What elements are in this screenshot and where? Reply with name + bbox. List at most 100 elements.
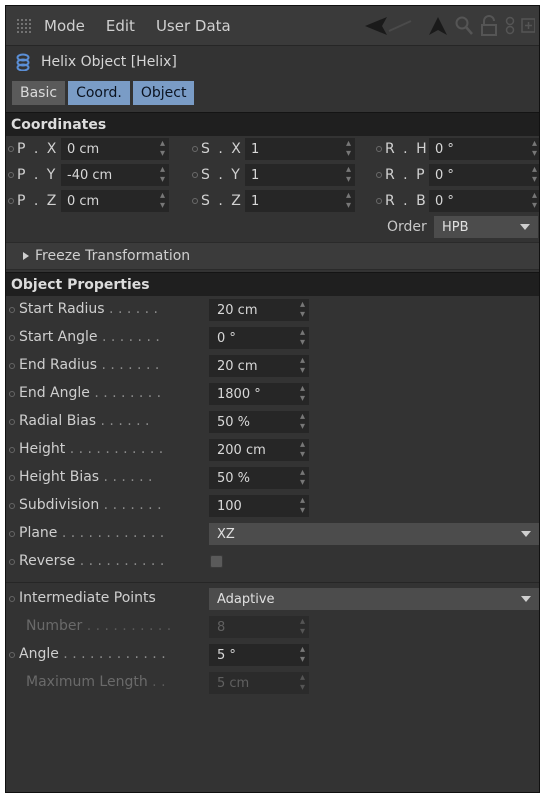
grip-icon[interactable] — [16, 17, 32, 34]
order-select[interactable]: HPB — [434, 216, 538, 238]
stepper-arrows-icon[interactable]: ▴ ▾ — [532, 191, 537, 211]
search-icon[interactable] — [453, 15, 475, 37]
order-label: Order — [387, 219, 427, 235]
animation-dot[interactable] — [9, 363, 15, 369]
field-pos-z[interactable]: P . Z 0 cm ▴ ▾ — [6, 190, 169, 212]
stepper-arrows-icon[interactable]: ▴ ▾ — [346, 165, 351, 185]
stepper-arrows-icon[interactable]: ▴ ▾ — [300, 412, 305, 432]
tab-object[interactable]: Object — [132, 81, 195, 105]
prop-reverse: Reverse . . . . . . . . . . — [6, 548, 539, 576]
stepper-arrows-icon[interactable]: ▴ ▾ — [300, 356, 305, 376]
prop-plane: Plane . . . . . . . . . . . . XZ — [6, 520, 539, 548]
intermediate-points-select[interactable]: Adaptive — [209, 588, 539, 610]
prop-height: Height . . . . . . . . . . . 200 cm ▴ ▾ — [6, 436, 539, 464]
height-bias-field[interactable]: 50 % ▴ ▾ — [209, 467, 309, 489]
field-scale-y[interactable]: S . Y 1 ▴ ▾ — [190, 164, 355, 186]
field-pos-y[interactable]: P . Y -40 cm ▴ ▾ — [6, 164, 169, 186]
animation-dot[interactable] — [9, 531, 15, 537]
stepper-arrows-icon[interactable]: ▴ ▾ — [300, 496, 305, 516]
stepper-arrows-icon[interactable]: ▴ ▾ — [300, 328, 305, 348]
animation-dot[interactable] — [9, 335, 15, 341]
expand-triangle-icon[interactable] — [23, 252, 29, 260]
stepper-arrows-icon[interactable]: ▴ ▾ — [300, 468, 305, 488]
stepper-arrows-icon[interactable]: ▴ ▾ — [300, 645, 305, 665]
angle-field[interactable]: 5 ° ▴ ▾ — [209, 644, 309, 666]
animation-dot[interactable] — [192, 146, 198, 152]
hierarchy-icon[interactable] — [503, 15, 517, 37]
field-rot-h[interactable]: R . H 0 ° ▴ ▾ — [374, 138, 539, 160]
toolbar — [363, 14, 539, 37]
animation-dot[interactable] — [192, 172, 198, 178]
back-arrow-icon[interactable] — [363, 15, 423, 37]
animation-dot[interactable] — [9, 596, 15, 602]
section-object-properties[interactable]: Object Properties — [6, 272, 539, 296]
animation-dot[interactable] — [9, 307, 15, 313]
stepper-arrows-icon[interactable]: ▴ ▾ — [300, 440, 305, 460]
animation-dot[interactable] — [9, 419, 15, 425]
field-rot-p[interactable]: R . P 0 ° ▴ ▾ — [374, 164, 539, 186]
stepper-arrows-icon[interactable]: ▴ ▾ — [160, 165, 165, 185]
animation-dot[interactable] — [376, 198, 382, 204]
animation-dot[interactable] — [9, 652, 15, 658]
stepper-arrows-icon[interactable]: ▴ ▾ — [160, 139, 165, 159]
section-coordinates[interactable]: Coordinates — [6, 112, 539, 136]
maximum-length-field: 5 cm ▴ ▾ — [209, 672, 309, 694]
stepper-arrows-icon[interactable]: ▴ ▾ — [300, 300, 305, 320]
menu-mode[interactable]: Mode — [44, 17, 85, 35]
prop-angle: Angle . . . . . . . . . . . . 5 ° ▴ ▾ — [6, 641, 539, 669]
coord-row-y: P . Y -40 cm ▴ ▾ S . Y 1 ▴ ▾ R . P 0 ° ▴ ▾ — [6, 162, 539, 188]
animation-dot[interactable] — [9, 559, 15, 565]
stepper-arrows-icon: ▴ ▾ — [299, 616, 305, 637]
animation-dot[interactable] — [8, 172, 14, 178]
animation-dot[interactable] — [376, 146, 382, 152]
field-scale-x[interactable]: S . X 1 ▴ ▾ — [190, 138, 355, 160]
cursor-arrow-icon[interactable] — [427, 15, 449, 37]
freeze-transformation-toggle[interactable]: Freeze Transformation — [6, 242, 539, 270]
animation-dot[interactable] — [8, 198, 14, 204]
prop-start-radius: Start Radius . . . . . . 20 cm ▴ ▾ — [6, 296, 539, 324]
tab-basic[interactable]: Basic — [12, 81, 66, 105]
animation-dot[interactable] — [9, 475, 15, 481]
animation-dot[interactable] — [376, 172, 382, 178]
animation-dot[interactable] — [9, 391, 15, 397]
start-radius-field[interactable]: 20 cm ▴ ▾ — [209, 299, 309, 321]
subdivision-field[interactable]: 100 ▴ ▾ — [209, 495, 309, 517]
divider — [6, 582, 539, 583]
helix-icon — [16, 53, 30, 71]
menu-user-data[interactable]: User Data — [156, 17, 231, 35]
stepper-arrows-icon[interactable]: ▴ ▾ — [532, 165, 537, 185]
height-field[interactable]: 200 cm ▴ ▾ — [209, 439, 309, 461]
stepper-arrows-icon[interactable]: ▴ ▾ — [300, 384, 305, 404]
prop-number: Number . . . . . . . . . . 8 ▴ ▾ — [6, 613, 539, 641]
coord-row-x: P . X 0 cm ▴ ▾ S . X 1 ▴ ▾ R . H 0 ° ▴ ▾ — [6, 136, 539, 162]
animation-dot[interactable] — [192, 198, 198, 204]
field-pos-x[interactable]: P . X 0 cm ▴ ▾ — [6, 138, 169, 160]
prop-end-angle: End Angle . . . . . . . . 1800 ° ▴ ▾ — [6, 380, 539, 408]
prop-maximum-length: Maximum Length . . 5 cm ▴ ▾ — [6, 669, 539, 697]
stepper-arrows-icon[interactable]: ▴ ▾ — [160, 191, 165, 211]
lock-icon[interactable] — [479, 14, 499, 37]
stepper-arrows-icon[interactable]: ▴ ▾ — [346, 139, 351, 159]
prop-start-angle: Start Angle . . . . . . . 0 ° ▴ ▾ — [6, 324, 539, 352]
chevron-down-icon — [520, 224, 530, 230]
field-scale-z[interactable]: S . Z 1 ▴ ▾ — [190, 190, 355, 212]
object-title-bar: Helix Object [Helix] — [6, 46, 539, 78]
plane-select[interactable]: XZ — [209, 523, 539, 545]
animation-dot[interactable] — [9, 447, 15, 453]
stepper-arrows-icon[interactable]: ▴ ▾ — [532, 139, 537, 159]
stepper-arrows-icon[interactable]: ▴ ▾ — [346, 191, 351, 211]
new-panel-icon[interactable] — [521, 15, 535, 37]
radial-bias-field[interactable]: 50 % ▴ ▾ — [209, 411, 309, 433]
field-rot-b[interactable]: R . B 0 ° ▴ ▾ — [374, 190, 539, 212]
end-radius-field[interactable]: 20 cm ▴ ▾ — [209, 355, 309, 377]
attribute-manager: Mode Edit User Data Helix Object [Helix]… — [5, 5, 540, 793]
animation-dot[interactable] — [8, 146, 14, 152]
reverse-checkbox[interactable] — [210, 555, 223, 568]
animation-dot[interactable] — [9, 503, 15, 509]
start-angle-field[interactable]: 0 ° ▴ ▾ — [209, 327, 309, 349]
end-angle-field[interactable]: 1800 ° ▴ ▾ — [209, 383, 309, 405]
tab-coord[interactable]: Coord. — [68, 81, 130, 105]
menu-edit[interactable]: Edit — [106, 17, 135, 35]
chevron-down-icon — [521, 531, 531, 537]
tab-bar: Basic Coord. Object — [6, 78, 539, 108]
